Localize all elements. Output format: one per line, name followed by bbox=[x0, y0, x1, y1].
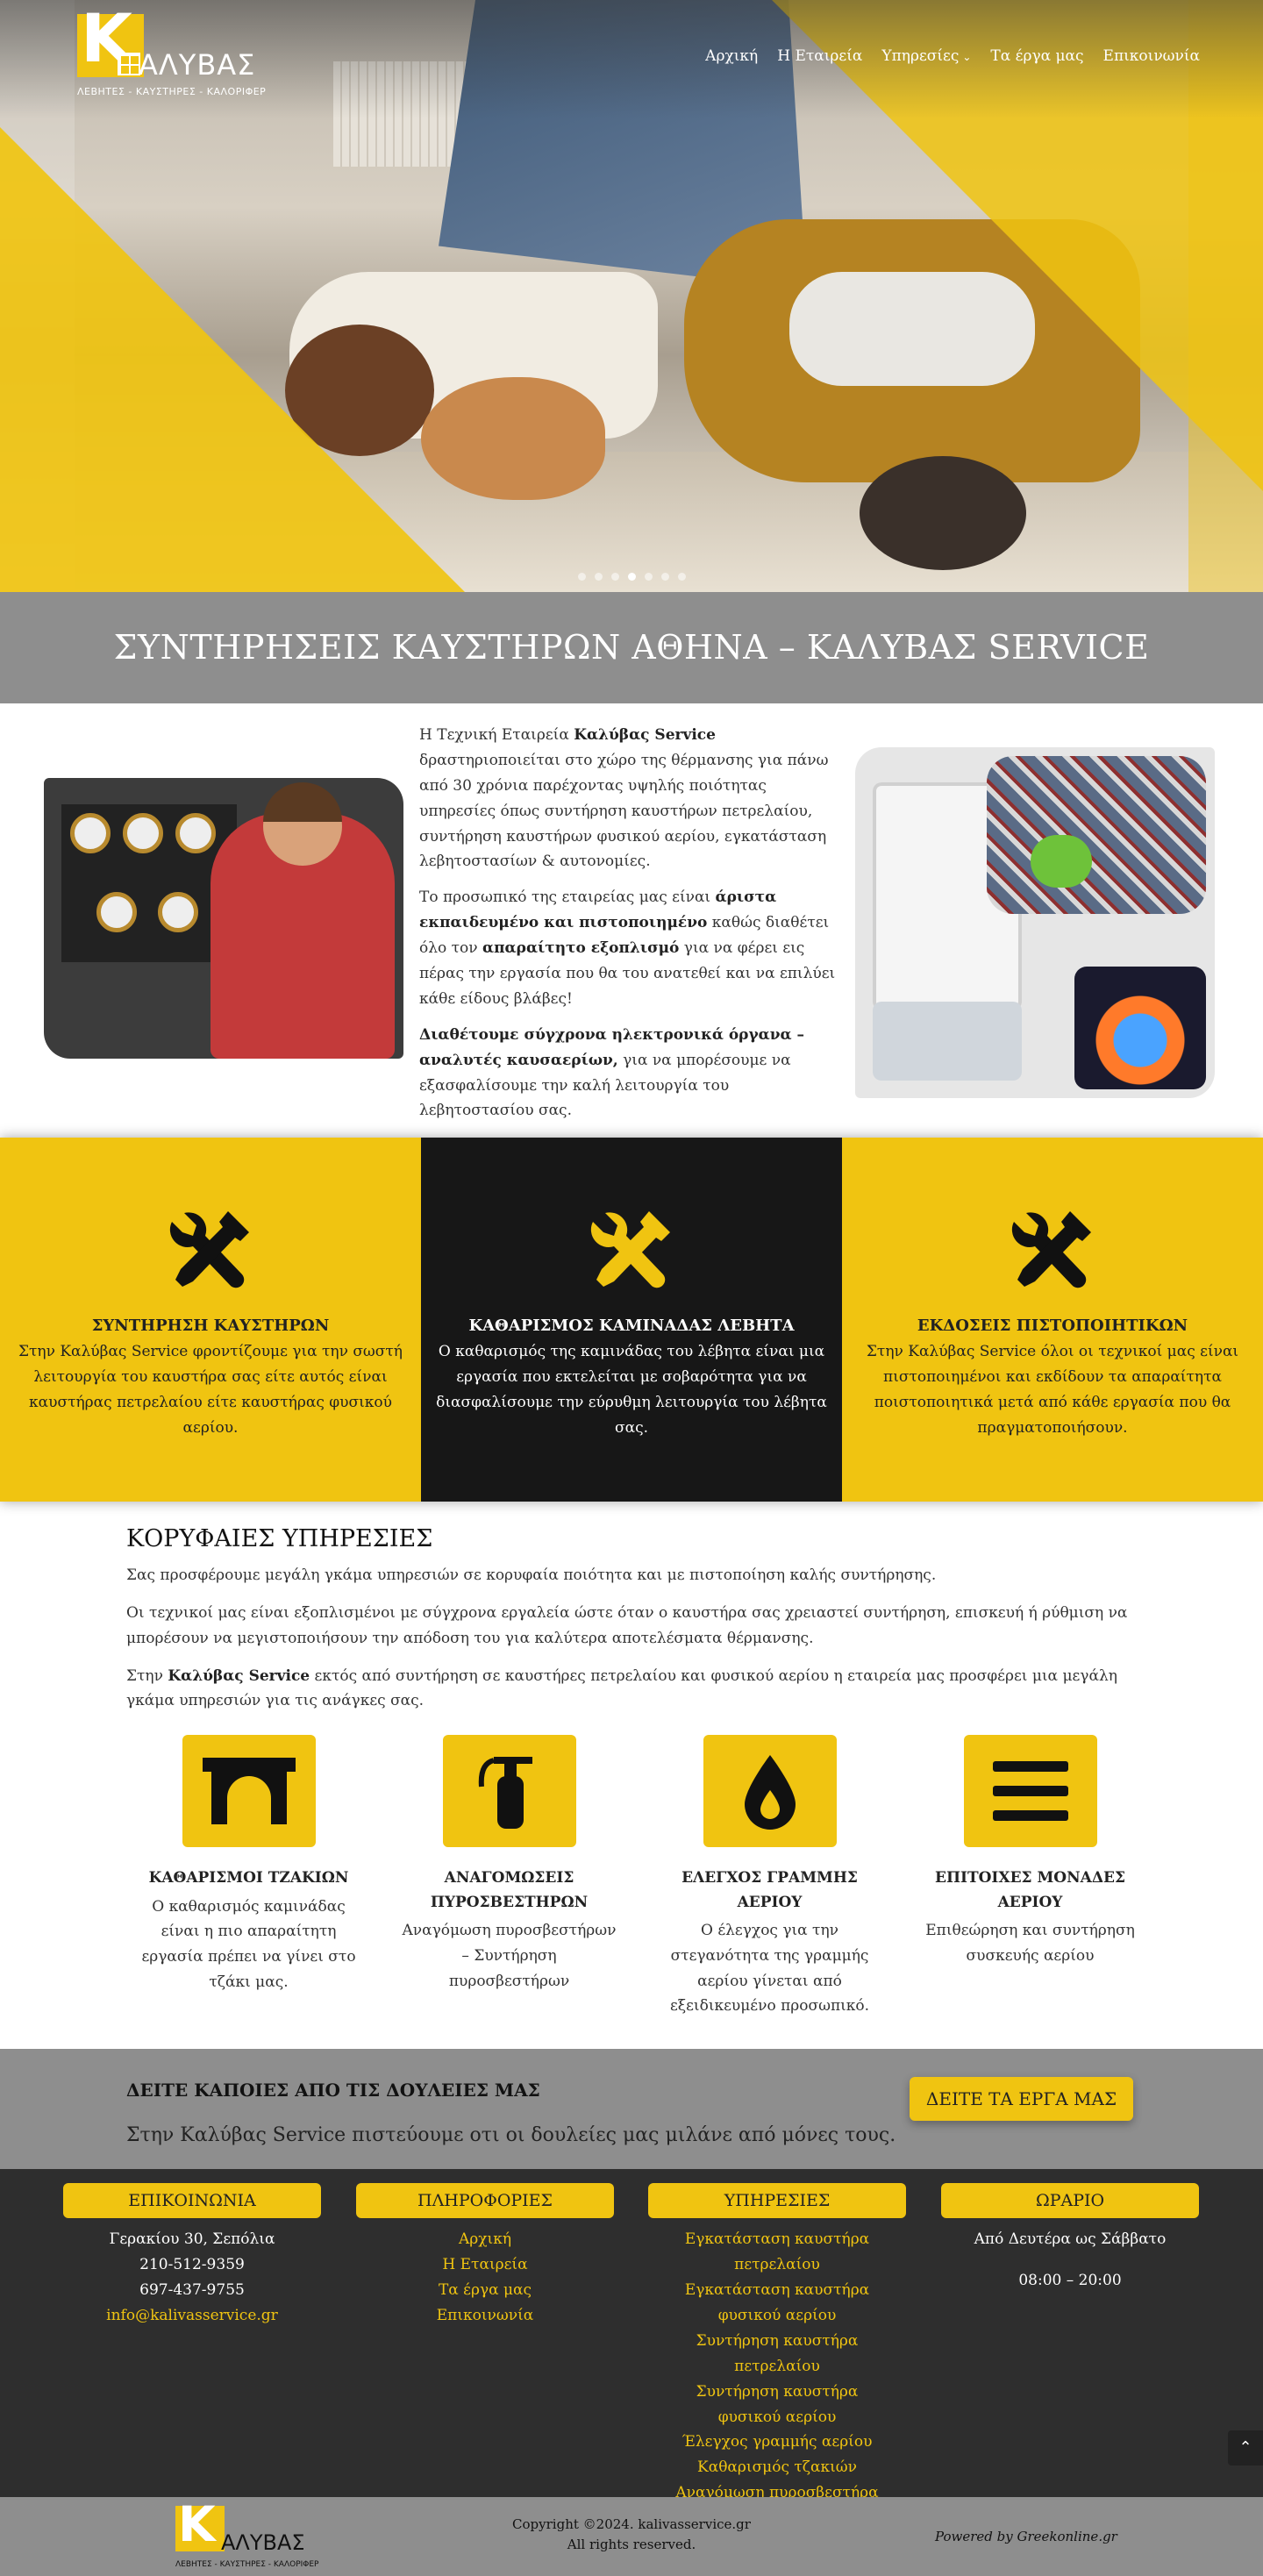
drop-icon bbox=[744, 1755, 796, 1830]
site-logo[interactable]: K ΑΛΥΒΑΣ ΛΕΒΗΤΕΣ - ΚΑΥΣΤΗΡΕΣ - ΚΑΛΟΡΙΦΕΡ bbox=[77, 5, 266, 102]
hero-slider: K ΑΛΥΒΑΣ ΛΕΒΗΤΕΣ - ΚΑΥΣΤΗΡΕΣ - ΚΑΛΟΡΙΦΕΡ… bbox=[0, 0, 1263, 592]
top-services-paragraph-2: Οι τεχνικοί μας είναι εξοπλισμένοι με σύ… bbox=[126, 1603, 1128, 1647]
footer-heading: ΩΡΑΡΙΟ bbox=[941, 2183, 1199, 2219]
chevron-up-icon: ⌃ bbox=[1238, 2437, 1252, 2457]
copyright: Copyright ©2024. kalivasservice.gr All r… bbox=[512, 2516, 751, 2552]
top-services-section: ΚΟΡΥΦΑΙΕΣ ΥΠΗΡΕΣΙΕΣ Σας προσφέρουμε μεγά… bbox=[0, 1502, 1263, 1714]
logo-name: ΑΛΥΒΑΣ bbox=[139, 48, 256, 82]
footer-phone[interactable]: 210-512-9359 bbox=[63, 2252, 321, 2278]
service-text: Ο καθαρισμός καμινάδας είναι η πιο απαρα… bbox=[141, 1897, 356, 1992]
slider-dots bbox=[0, 573, 1263, 581]
tools-icon bbox=[169, 1211, 249, 1288]
nav-services[interactable]: Υπηρεσίες ⌄ bbox=[881, 44, 971, 69]
feature-burner-maintenance: ΣΥΝΤΗΡΗΣΗ ΚΑΥΣΤΗΡΩΝ Στην Καλύβας Service… bbox=[0, 1138, 421, 1502]
footer-hours: ΩΡΑΡΙΟ Από Δευτέρα ως Σάββατο 08:00 – 20… bbox=[941, 2183, 1199, 2294]
service-title: ΑΝΑΓΟΜΩΣΕΙΣ ΠΥΡΟΣΒΕΣΤΗΡΩΝ bbox=[430, 1869, 589, 1911]
logo-tagline: ΛΕΒΗΤΕΣ - ΚΑΥΣΤΗΡΕΣ - ΚΑΛΟΡΙΦΕΡ bbox=[77, 86, 267, 97]
fire-extinguisher-icon bbox=[478, 1757, 532, 1830]
slider-dot-2[interactable] bbox=[594, 573, 603, 581]
slider-dot-3[interactable] bbox=[610, 573, 619, 581]
intro-section: Η Τεχνική Εταιρεία Καλύβας Service δραστ… bbox=[0, 703, 1263, 1138]
feature-title: ΚΑΘΑΡΙΣΜΟΣ ΚΑΜΙΝΑΔΑΣ ΛΕΒΗΤΑ bbox=[468, 1316, 795, 1335]
service-title: ΕΠΙΤΟΙΧΕΣ ΜΟΝΑΔΕΣ ΑΕΡΙΟΥ bbox=[935, 1869, 1125, 1911]
boiler-collage-image bbox=[855, 747, 1215, 1098]
service-grid: ΚΑΘΑΡΙΣΜΟΙ ΤΖΑΚΙΩΝ Ο καθαρισμός καμινάδα… bbox=[118, 1735, 1162, 2019]
footer-service-link[interactable]: Έλεγχος γραμμής αερίου bbox=[663, 2430, 891, 2455]
fireplace-icon bbox=[202, 1758, 296, 1825]
service-title: ΚΑΘΑΡΙΣΜΟΙ ΤΖΑΚΙΩΝ bbox=[148, 1869, 349, 1887]
main-nav: Αρχική Η Εταιρεία Υπηρεσίες ⌄ Τα έργα μας… bbox=[705, 44, 1200, 69]
intro-text: Η Τεχνική Εταιρεία Καλύβας Service δραστ… bbox=[419, 723, 842, 1134]
footer-service-link[interactable]: Εγκατάσταση καυστήρα φυσικού αερίου bbox=[663, 2278, 891, 2329]
nav-home[interactable]: Αρχική bbox=[705, 44, 758, 69]
footer-link-company[interactable]: Η Εταιρεία bbox=[356, 2252, 614, 2278]
footer-info: ΠΛΗΡΟΦΟΡΙΕΣ Αρχική Η Εταιρεία Τα έργα μα… bbox=[356, 2183, 614, 2329]
footer-link-contact[interactable]: Επικοινωνία bbox=[356, 2303, 614, 2329]
cta-text: Στην Καλύβας Service πιστεύουμε οτι οι δ… bbox=[126, 2124, 896, 2147]
feature-chimney-cleaning: ΚΑΘΑΡΙΣΜΟΣ ΚΑΜΙΝΑΔΑΣ ΛΕΒΗΤΑ Ο καθαρισμός… bbox=[421, 1138, 842, 1502]
footer-link-home[interactable]: Αρχική bbox=[356, 2227, 614, 2252]
top-services-heading: ΚΟΡΥΦΑΙΕΣ ΥΠΗΡΕΣΙΕΣ bbox=[126, 1525, 433, 1552]
footer-contact: ΕΠΙΚΟΙΝΩΝΙΑ Γερακίου 30, Σεπόλια 210-512… bbox=[63, 2183, 321, 2329]
footer-service-link[interactable]: Καθαρισμός τζακιών bbox=[663, 2455, 891, 2480]
intro-paragraph-2: Το προσωπικό της εταιρείας μας είναι άρι… bbox=[419, 888, 836, 1008]
service-text: Επιθεώρηση και συντήρηση συσκευής αερίου bbox=[925, 1921, 1135, 1965]
title-band: ΣΥΝΤΗΡΗΣΕΙΣ ΚΑΥΣΤΗΡΩΝ ΑΘΗΝΑ – ΚΑΛΥΒΑΣ SE… bbox=[0, 592, 1263, 703]
bottom-bar: K ΑΛΥΒΑΣ ΛΕΒΗΤΕΣ - ΚΑΥΣΤΗΡΕΣ - ΚΑΛΟΡΙΦΕΡ… bbox=[0, 2497, 1263, 2576]
slider-dot-1[interactable] bbox=[577, 573, 586, 581]
site-footer: ΕΠΙΚΟΙΝΩΝΙΑ Γερακίου 30, Σεπόλια 210-512… bbox=[0, 2169, 1263, 2501]
service-text: Ο έλεγχος για την στεγανότητα της γραμμή… bbox=[669, 1921, 870, 2016]
feature-text: Στην Καλύβας Service όλοι οι τεχνικοί μα… bbox=[866, 1343, 1239, 1438]
footer-heading: ΕΠΙΚΟΙΝΩΝΙΑ bbox=[63, 2183, 321, 2219]
footer-mobile[interactable]: 697-437-9755 bbox=[63, 2278, 321, 2303]
footer-time: 08:00 – 20:00 bbox=[1018, 2272, 1122, 2290]
nav-company[interactable]: Η Εταιρεία bbox=[777, 44, 862, 69]
footer-days: Από Δευτέρα ως Σάββατο bbox=[974, 2230, 1167, 2249]
feature-title: ΣΥΝΤΗΡΗΣΗ ΚΑΥΣΤΗΡΩΝ bbox=[91, 1316, 330, 1335]
page-title: ΣΥΝΤΗΡΗΣΕΙΣ ΚΑΥΣΤΗΡΩΝ ΑΘΗΝΑ – ΚΑΛΥΒΑΣ SE… bbox=[113, 628, 1150, 667]
intro-paragraph-1: Η Τεχνική Εταιρεία Καλύβας Service δραστ… bbox=[419, 726, 829, 871]
top-services-paragraph-3: Στην Καλύβας Service εκτός από συντήρηση… bbox=[126, 1666, 1117, 1710]
top-services-paragraph-1: Σας προσφέρουμε μεγάλη γκάμα υπηρεσιών σ… bbox=[126, 1566, 937, 1584]
nav-contact[interactable]: Επικοινωνία bbox=[1103, 44, 1200, 69]
see-projects-button[interactable]: ΔΕΙΤΕ ΤΑ ΕΡΓΑ ΜΑΣ bbox=[910, 2077, 1133, 2122]
service-fireplace-cleaning: ΚΑΘΑΡΙΣΜΟΙ ΤΖΑΚΙΩΝ Ο καθαρισμός καμινάδα… bbox=[118, 1735, 379, 2019]
footer-heading: ΠΛΗΡΟΦΟΡΙΕΣ bbox=[356, 2183, 614, 2219]
slider-dot-4[interactable] bbox=[627, 573, 636, 581]
powered-by-link[interactable]: Powered by Greekonline.gr bbox=[935, 2526, 1117, 2549]
feature-certificates: ΕΚΔΟΣΕΙΣ ΠΙΣΤΟΠΟΙΗΤΙΚΩΝ Στην Καλύβας Ser… bbox=[842, 1138, 1263, 1502]
tools-icon bbox=[590, 1211, 670, 1288]
service-text: Αναγόμωση πυροσβεστήρων – Συντήρηση πυρο… bbox=[402, 1921, 617, 1990]
slider-dot-5[interactable] bbox=[644, 573, 653, 581]
features-row: ΣΥΝΤΗΡΗΣΗ ΚΑΥΣΤΗΡΩΝ Στην Καλύβας Service… bbox=[0, 1138, 1263, 1502]
nav-projects[interactable]: Τα έργα μας bbox=[990, 44, 1083, 69]
projects-cta: ΔΕΙΤΕ ΚΑΠΟΙΕΣ ΑΠΟ ΤΙΣ ΔΟΥΛΕΙΕΣ ΜΑΣ Στην … bbox=[0, 2049, 1263, 2170]
cta-heading: ΔΕΙΤΕ ΚΑΠΟΙΕΣ ΑΠΟ ΤΙΣ ΔΟΥΛΕΙΕΣ ΜΑΣ bbox=[126, 2080, 540, 2101]
footer-services: ΥΠΗΡΕΣΙΕΣ Εγκατάσταση καυστήρα πετρελαίο… bbox=[648, 2183, 906, 2506]
feature-text: Ο καθαρισμός της καμινάδας του λέβητα εί… bbox=[436, 1343, 827, 1438]
scroll-to-top-button[interactable]: ⌃ bbox=[1228, 2430, 1263, 2466]
tools-icon bbox=[1011, 1211, 1091, 1288]
chevron-down-icon: ⌄ bbox=[962, 51, 972, 63]
service-fire-extinguishers: ΑΝΑΓΟΜΩΣΕΙΣ ΠΥΡΟΣΒΕΣΤΗΡΩΝ Αναγόμωση πυρο… bbox=[379, 1735, 639, 2019]
footer-email-link[interactable]: info@kalivasservice.gr bbox=[63, 2303, 321, 2329]
footer-logo[interactable]: K ΑΛΥΒΑΣ ΛΕΒΗΤΕΣ - ΚΑΥΣΤΗΡΕΣ - ΚΑΛΟΡΙΦΕΡ bbox=[175, 2501, 318, 2574]
footer-service-link[interactable]: Συντήρηση καυστήρα πετρελαίου bbox=[663, 2329, 891, 2380]
footer-address: Γερακίου 30, Σεπόλια bbox=[109, 2230, 275, 2249]
service-gas-line-check: ΕΛΕΓΧΟΣ ΓΡΑΜΜΗΣ ΑΕΡΙΟΥ Ο έλεγχος για την… bbox=[639, 1735, 900, 2019]
slider-dot-7[interactable] bbox=[677, 573, 686, 581]
feature-text: Στην Καλύβας Service φροντίζουμε για την… bbox=[18, 1343, 403, 1438]
feature-title: ΕΚΔΟΣΕΙΣ ΠΙΣΤΟΠΟΙΗΤΙΚΩΝ bbox=[917, 1316, 1188, 1335]
technician-image bbox=[44, 778, 403, 1059]
footer-heading: ΥΠΗΡΕΣΙΕΣ bbox=[648, 2183, 906, 2219]
footer-service-link[interactable]: Συντήρηση καυστήρα φυσικού αερίου bbox=[663, 2380, 891, 2430]
service-wall-gas-units: ΕΠΙΤΟΙΧΕΣ ΜΟΝΑΔΕΣ ΑΕΡΙΟΥ Επιθεώρηση και … bbox=[900, 1735, 1160, 2019]
bars-icon bbox=[992, 1761, 1068, 1822]
intro-paragraph-3: Διαθέτουμε σύγχρονα ηλεκτρονικά όργανα –… bbox=[419, 1025, 805, 1120]
service-title: ΕΛΕΓΧΟΣ ΓΡΑΜΜΗΣ ΑΕΡΙΟΥ bbox=[681, 1869, 858, 1911]
footer-service-link[interactable]: Εγκατάσταση καυστήρα πετρελαίου bbox=[663, 2227, 891, 2278]
footer-link-projects[interactable]: Τα έργα μας bbox=[356, 2278, 614, 2303]
slider-dot-6[interactable] bbox=[660, 573, 669, 581]
